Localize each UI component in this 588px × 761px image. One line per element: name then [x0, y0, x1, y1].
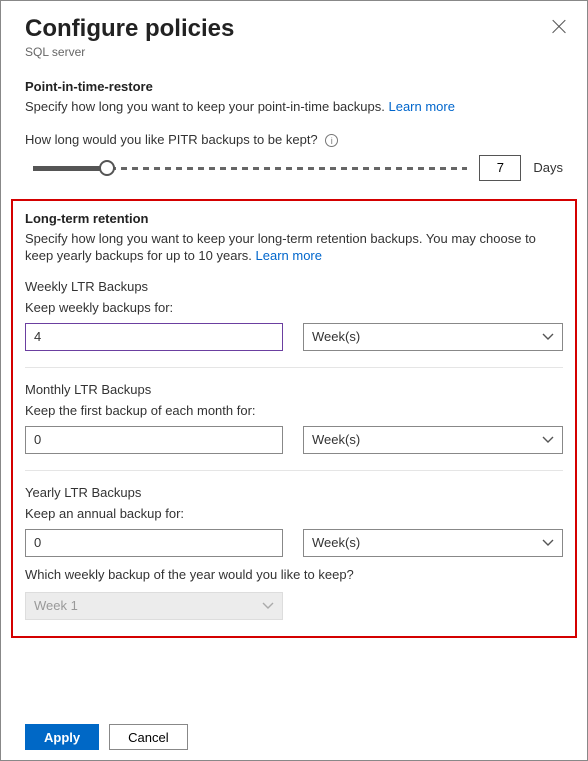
page-subtitle: SQL server: [25, 45, 563, 59]
ltr-learn-more-link[interactable]: Learn more: [256, 248, 322, 263]
configure-policies-panel: Configure policies SQL server Point-in-t…: [0, 0, 588, 761]
slider-thumb[interactable]: [99, 160, 115, 176]
pitr-value-input[interactable]: [479, 155, 521, 181]
divider: [25, 470, 563, 471]
cancel-button[interactable]: Cancel: [109, 724, 187, 750]
pitr-unit-label: Days: [533, 160, 563, 175]
monthly-unit-select[interactable]: Week(s): [303, 426, 563, 454]
pitr-slider-row: Days: [25, 155, 563, 181]
ltr-section-desc: Specify how long you want to keep your l…: [25, 230, 563, 265]
weekly-title: Weekly LTR Backups: [25, 279, 563, 294]
weekly-unit-label: Week(s): [312, 329, 360, 344]
weekly-label: Keep weekly backups for:: [25, 300, 563, 315]
yearly-label: Keep an annual backup for:: [25, 506, 563, 521]
weekly-unit-select[interactable]: Week(s): [303, 323, 563, 351]
pitr-desc-text: Specify how long you want to keep your p…: [25, 99, 388, 114]
which-week-value: Week 1: [34, 598, 78, 613]
panel-header: Configure policies SQL server: [1, 1, 587, 67]
ltr-highlight-box: Long-term retention Specify how long you…: [11, 199, 577, 638]
chevron-down-icon: [542, 331, 554, 343]
monthly-value-input[interactable]: [25, 426, 283, 454]
chevron-down-icon: [262, 600, 274, 612]
apply-button[interactable]: Apply: [25, 724, 99, 750]
yearly-unit-select[interactable]: Week(s): [303, 529, 563, 557]
monthly-label: Keep the first backup of each month for:: [25, 403, 563, 418]
slider-fill: [33, 166, 107, 171]
divider: [25, 367, 563, 368]
chevron-down-icon: [542, 537, 554, 549]
pitr-question-row: How long would you like PITR backups to …: [25, 132, 563, 147]
which-week-question: Which weekly backup of the year would yo…: [25, 567, 563, 582]
yearly-ltr-section: Yearly LTR Backups Keep an annual backup…: [25, 485, 563, 620]
weekly-ltr-section: Weekly LTR Backups Keep weekly backups f…: [25, 279, 563, 351]
pitr-section-title: Point-in-time-restore: [25, 79, 563, 94]
info-icon[interactable]: i: [325, 134, 338, 147]
pitr-question-text: How long would you like PITR backups to …: [25, 132, 318, 147]
monthly-unit-label: Week(s): [312, 432, 360, 447]
which-week-select: Week 1: [25, 592, 283, 620]
chevron-down-icon: [542, 434, 554, 446]
close-icon[interactable]: [551, 19, 567, 35]
weekly-value-input[interactable]: [25, 323, 283, 351]
footer-bar: Apply Cancel: [1, 714, 587, 760]
yearly-unit-label: Week(s): [312, 535, 360, 550]
yearly-title: Yearly LTR Backups: [25, 485, 563, 500]
content-area: Point-in-time-restore Specify how long y…: [1, 67, 587, 181]
pitr-section-desc: Specify how long you want to keep your p…: [25, 98, 563, 116]
pitr-learn-more-link[interactable]: Learn more: [388, 99, 454, 114]
yearly-value-input[interactable]: [25, 529, 283, 557]
ltr-section-title: Long-term retention: [25, 211, 563, 226]
page-title: Configure policies: [25, 15, 563, 43]
monthly-title: Monthly LTR Backups: [25, 382, 563, 397]
pitr-slider[interactable]: [33, 160, 467, 176]
monthly-ltr-section: Monthly LTR Backups Keep the first backu…: [25, 382, 563, 454]
